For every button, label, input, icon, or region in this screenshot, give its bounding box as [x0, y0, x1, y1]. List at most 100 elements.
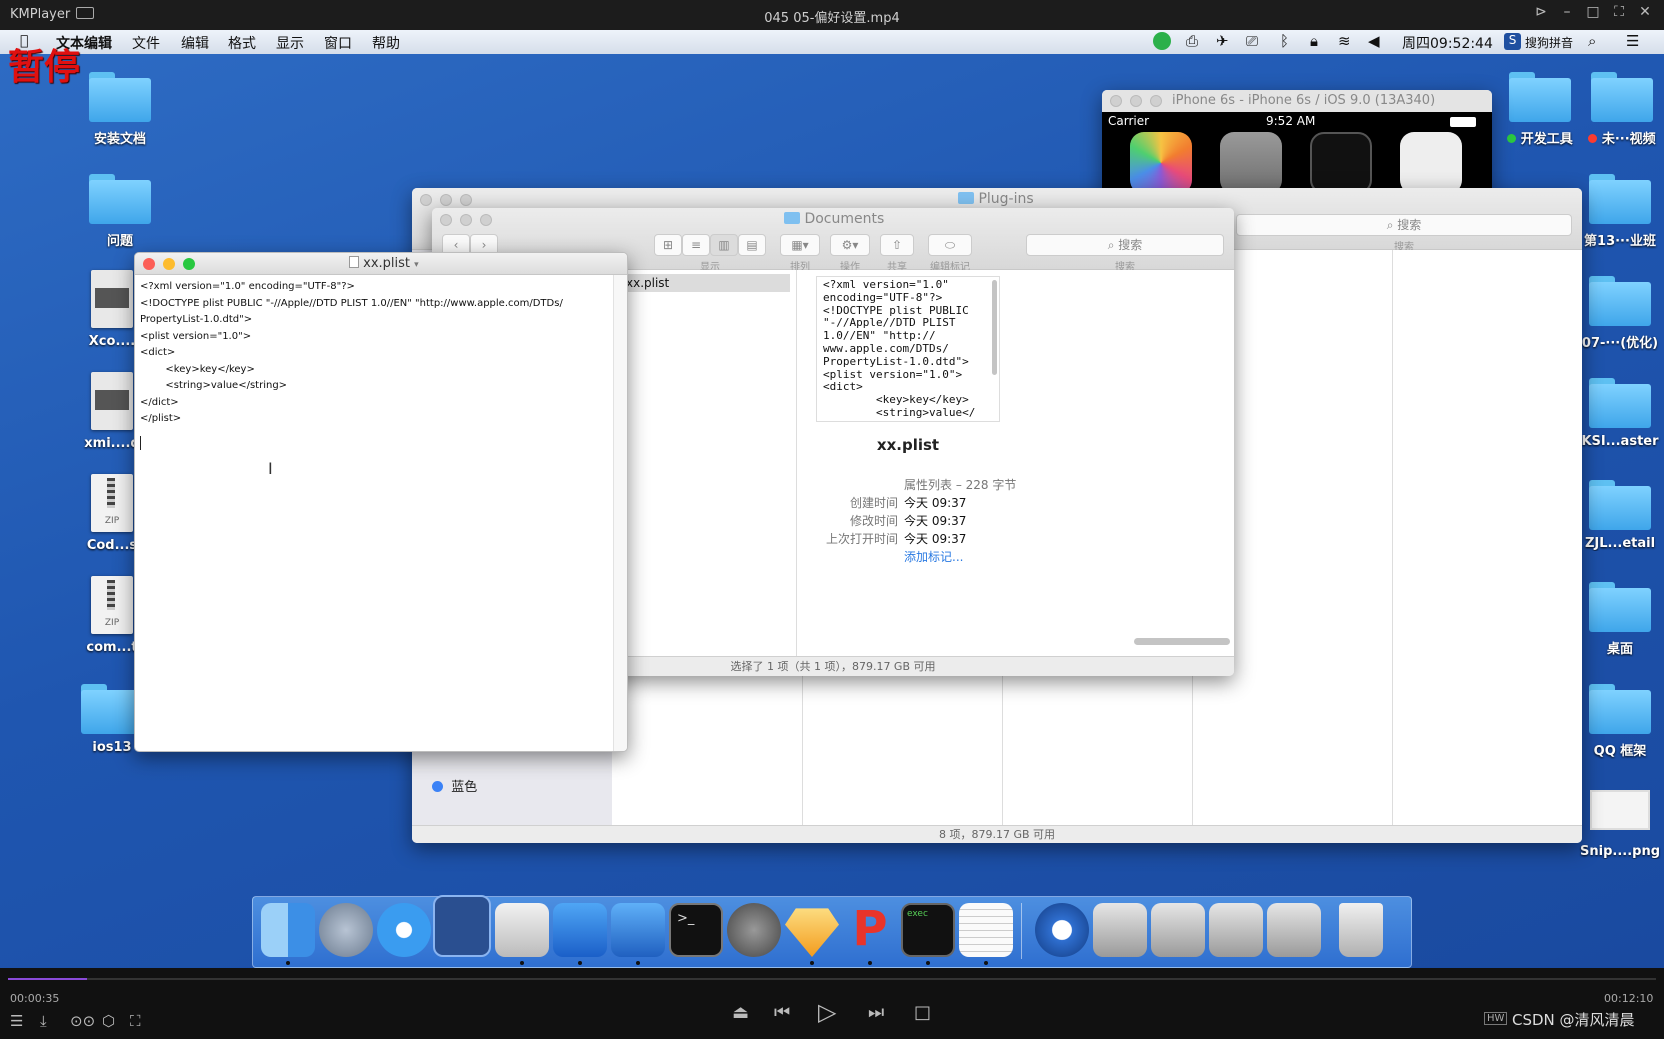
desktop-folder[interactable]: 安装文档 [88, 72, 152, 147]
desktop-folder[interactable]: 桌面 [1578, 582, 1662, 657]
arrange-button[interactable]: ▦▾ [780, 234, 820, 256]
photos-icon[interactable] [1130, 132, 1192, 194]
close-icon[interactable]: ✕ [1634, 4, 1656, 26]
share-button[interactable]: ⇧ [880, 234, 914, 256]
menu-file[interactable]: 文件 [132, 33, 160, 53]
simulator-2-icon[interactable] [1151, 903, 1205, 957]
previous-icon[interactable]: ⏮ [774, 1002, 790, 1023]
notification-center-icon[interactable]: ☰ [1626, 32, 1639, 50]
next-icon[interactable]: ⏭ [868, 1002, 884, 1023]
column-view-button[interactable]: ▥ [710, 234, 738, 256]
system-preferences-icon[interactable] [727, 903, 781, 957]
bluetooth-icon[interactable]: ᛒ [1280, 32, 1289, 50]
clipboard-icon[interactable]: ⎙ [1186, 32, 1198, 50]
desktop-folder[interactable]: QQ 框架 [1578, 684, 1662, 759]
3d-icon[interactable]: ⬡ [102, 1012, 115, 1030]
menu-view[interactable]: 显示 [276, 33, 304, 53]
zoom-button[interactable] [460, 194, 472, 206]
download-icon[interactable]: ⤓ [40, 1012, 47, 1030]
input-method-label[interactable]: 搜狗拼音 [1525, 34, 1573, 51]
horizontal-scrollbar[interactable] [1134, 638, 1230, 645]
coverflow-view-button[interactable]: ▤ [738, 234, 766, 256]
edit-tags-button[interactable]: ⬭ [928, 234, 972, 256]
file-row-selected[interactable]: xx.plist [600, 274, 790, 292]
add-tags-link[interactable]: 添加标记... [904, 548, 963, 565]
wallet-icon[interactable] [1220, 132, 1282, 194]
maximize-icon[interactable]: □ [1582, 4, 1604, 26]
fullscreen-icon[interactable]: ⛶ [1608, 4, 1630, 26]
menu-help[interactable]: 帮助 [372, 33, 400, 53]
desktop-folder[interactable]: 第13···业班 [1578, 174, 1662, 249]
sidebar-tag-blue[interactable]: 蓝色 [432, 776, 477, 795]
xcode-icon[interactable] [553, 903, 607, 957]
pin-icon[interactable]: ⊳ [1530, 4, 1552, 26]
trash-icon[interactable] [1339, 903, 1383, 957]
menu-window[interactable]: 窗口 [324, 33, 352, 53]
close-button[interactable] [1110, 95, 1122, 107]
close-button[interactable] [440, 214, 452, 226]
documents-search-field[interactable]: ⌕ 搜索 [1026, 234, 1224, 256]
menubar-clock[interactable]: 周四09:52:44 [1402, 33, 1493, 53]
close-button[interactable] [420, 194, 432, 206]
exec-terminal-icon[interactable]: exec [901, 903, 955, 957]
preview-scrollbar[interactable] [992, 280, 997, 375]
simulator-3-icon[interactable] [1209, 903, 1263, 957]
desktop-folder[interactable]: KSI...aster [1578, 378, 1662, 449]
xcode-instruments-icon[interactable] [611, 903, 665, 957]
spotlight-search-icon[interactable]: ⌕ [1588, 32, 1596, 50]
icon-view-button[interactable]: ⊞ [654, 234, 682, 256]
status-green-icon[interactable] [1153, 32, 1171, 50]
eject-icon[interactable]: ⏏ [732, 1002, 749, 1023]
plugins-search-field[interactable]: ⌕ 搜索 [1236, 214, 1572, 236]
settings-app-icon[interactable] [1400, 132, 1462, 194]
minimize-button[interactable] [163, 258, 175, 270]
wifi-icon[interactable]: ≋ [1338, 32, 1351, 50]
minimize-button[interactable] [460, 214, 472, 226]
photo-booth-icon[interactable] [495, 903, 549, 957]
progress-track[interactable] [8, 978, 1656, 980]
stop-icon[interactable]: □ [914, 1002, 931, 1023]
terminal-icon[interactable]: >_ [669, 903, 723, 957]
quicktime-icon[interactable] [1035, 903, 1089, 957]
textedit-content[interactable]: <?xml version="1.0" encoding="UTF-8"?> <… [140, 279, 620, 749]
zoom-button[interactable] [1150, 95, 1162, 107]
watch-icon[interactable] [1310, 132, 1372, 194]
zoom-button[interactable] [183, 258, 195, 270]
finder-icon[interactable] [261, 903, 315, 957]
desktop-folder[interactable]: 开发工具 [1500, 72, 1580, 147]
hw-badge[interactable]: HW [1484, 1012, 1508, 1025]
minimize-button[interactable] [440, 194, 452, 206]
zoom-button[interactable] [480, 214, 492, 226]
capture-icon[interactable]: ⛶ [130, 1012, 141, 1030]
volume-icon[interactable]: ◀ [1368, 32, 1380, 50]
lock-icon[interactable]: 🔒︎ [1310, 32, 1318, 50]
simulator-4-icon[interactable] [1267, 903, 1321, 957]
action-button[interactable]: ⚙▾ [830, 234, 870, 256]
minimize-icon[interactable]: – [1556, 4, 1578, 26]
desktop-image-file[interactable]: Snip....png [1578, 790, 1662, 859]
close-button[interactable] [143, 258, 155, 270]
desktop-folder[interactable]: ZJL...etail [1578, 480, 1662, 551]
menu-format[interactable]: 格式 [228, 33, 256, 53]
play-icon[interactable]: ▷ [818, 998, 836, 1026]
textedit-title[interactable]: xx.plist ▾ [349, 256, 419, 271]
sketch-icon[interactable] [785, 908, 839, 957]
sogou-icon[interactable]: S [1504, 33, 1521, 50]
paw-icon[interactable]: P [843, 903, 897, 957]
desktop-folder[interactable]: 未···视频 [1580, 72, 1664, 147]
plane-icon[interactable]: ✈ [1216, 32, 1229, 50]
mouse-app-icon[interactable] [433, 895, 491, 957]
launchpad-icon[interactable] [319, 903, 373, 957]
vr-icon[interactable]: ⊙⊙ [70, 1012, 95, 1030]
safari-icon[interactable] [377, 903, 431, 957]
simulator-1-icon[interactable] [1093, 903, 1147, 957]
textedit-scrollbar[interactable] [613, 275, 627, 751]
desktop-folder[interactable]: 07-···(优化) [1578, 276, 1662, 351]
minimize-button[interactable] [1130, 95, 1142, 107]
textedit-window[interactable]: xx.plist ▾ <?xml version="1.0" encoding=… [134, 252, 628, 752]
textedit-icon[interactable] [959, 903, 1013, 957]
camera-icon[interactable]: ⎚ [1246, 32, 1258, 50]
list-view-button[interactable]: ≡ [682, 234, 710, 256]
desktop-folder[interactable]: 问题 [88, 174, 152, 249]
menu-edit[interactable]: 编辑 [181, 33, 209, 53]
